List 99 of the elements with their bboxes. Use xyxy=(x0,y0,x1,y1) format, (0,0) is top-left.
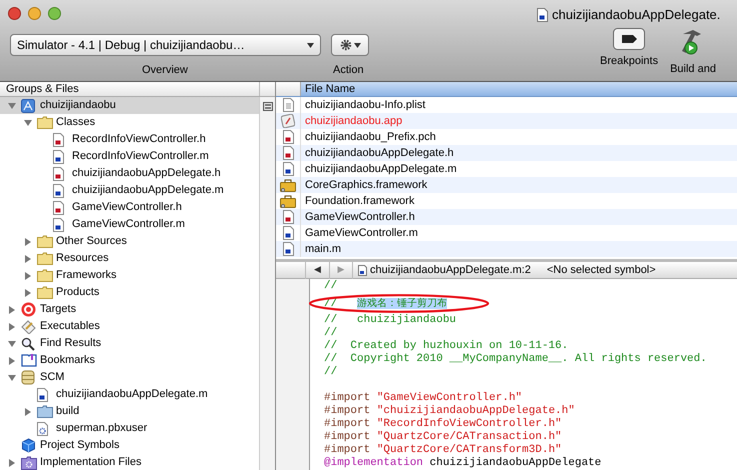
disclosure-triangle-icon[interactable] xyxy=(24,118,32,126)
tree-item[interactable]: Resources xyxy=(0,250,259,267)
toolbar-label: Action xyxy=(333,63,364,78)
column-header: Groups & Files xyxy=(5,82,80,96)
pencil-icon xyxy=(21,320,36,334)
dropdown-arrow-icon xyxy=(307,42,314,48)
book-icon xyxy=(21,354,37,367)
code-line: @implementation chuizijiandaobuAppDelegate xyxy=(324,457,602,470)
tree-item[interactable]: Find Results xyxy=(0,335,259,352)
folder-icon xyxy=(37,286,53,299)
cube-icon xyxy=(21,438,36,453)
code-line: #import "QuartzCore/CATransaction.h" xyxy=(324,431,563,444)
tree-item[interactable]: Bookmarks xyxy=(0,352,259,369)
file-name[interactable]: chuizijiandaobu_Prefix.pch xyxy=(301,128,436,146)
dropdown-arrow-icon xyxy=(354,42,360,48)
file-name[interactable]: GameViewController.m xyxy=(301,224,418,242)
gear-folder-icon xyxy=(21,456,37,470)
code-line: // Created by huzhouxin on 10-11-16. xyxy=(324,340,570,353)
disclosure-triangle-icon[interactable] xyxy=(24,272,32,280)
folder-icon xyxy=(37,269,53,282)
tree-item[interactable]: chuizijiandaobuAppDelegate.m xyxy=(0,182,259,199)
toolbox-icon xyxy=(280,178,296,192)
disclosure-triangle-icon[interactable] xyxy=(8,356,16,364)
tree-item[interactable]: Other Sources xyxy=(0,233,259,250)
scheme-popup[interactable]: Simulator - 4.1 | Debug | chuizijiandaobu… xyxy=(10,34,321,56)
tree-item[interactable]: build xyxy=(0,403,259,420)
tree-item[interactable]: chuizijiandaobuAppDelegate.h xyxy=(0,165,259,182)
settings-file-icon xyxy=(37,422,48,436)
code-line: // Copyright 2010 __MyCompanyName__. All rights reserved. xyxy=(324,353,707,366)
source-file-icon xyxy=(53,184,64,198)
disclosure-triangle-icon[interactable] xyxy=(8,340,16,348)
tree-item[interactable]: GameViewController.m xyxy=(0,216,259,233)
code-line: #import "chuizijiandaobuAppDelegate.h" xyxy=(324,405,576,418)
toolbar-label[interactable]: Build and xyxy=(670,61,716,78)
tree-item[interactable]: Classes xyxy=(0,114,259,131)
tree-item[interactable]: SCM xyxy=(0,369,259,386)
tree-item[interactable]: Products xyxy=(0,284,259,301)
disclosure-triangle-icon[interactable] xyxy=(8,322,16,330)
close-button[interactable] xyxy=(8,7,21,20)
source-file-icon xyxy=(37,388,48,402)
file-name[interactable]: main.m xyxy=(301,240,342,258)
header-file-icon xyxy=(53,132,64,146)
tree-item[interactable]: RecordInfoViewController.h xyxy=(0,131,259,148)
tree-item[interactable]: Frameworks xyxy=(0,267,259,284)
folder-icon xyxy=(37,116,53,129)
disclosure-triangle-icon[interactable] xyxy=(8,102,16,110)
app-icon xyxy=(21,98,35,112)
source-file-icon xyxy=(358,264,367,276)
tree-item[interactable]: chuizijiandaobu xyxy=(0,97,259,114)
code-line: // xyxy=(324,327,338,340)
tree-item[interactable]: Executables xyxy=(0,318,259,335)
disclosure-triangle-icon[interactable] xyxy=(24,238,32,246)
code-line: // xyxy=(324,366,338,379)
folder-icon xyxy=(37,252,53,265)
tree-item[interactable]: chuizijiandaobuAppDelegate.m xyxy=(0,386,259,403)
disclosure-triangle-icon[interactable] xyxy=(8,458,16,466)
source-file-icon xyxy=(53,218,64,232)
disclosure-triangle-icon[interactable] xyxy=(24,254,32,262)
database-icon xyxy=(21,370,35,385)
code-line: // xyxy=(324,280,338,293)
window-title: chuizijiandaobuAppDelegate. xyxy=(552,6,720,24)
code-line: #import "RecordInfoViewController.h" xyxy=(324,418,563,431)
tree-item[interactable]: RecordInfoViewController.m xyxy=(0,148,259,165)
file-popup[interactable]: chuizijiandaobuAppDelegate.m:2 xyxy=(370,262,531,278)
gear-icon xyxy=(340,39,352,51)
tree-item[interactable]: superman.pbxuser xyxy=(0,420,259,437)
header-file-icon xyxy=(53,166,64,180)
header-file-icon xyxy=(53,200,64,214)
breakpoint-icon xyxy=(613,28,646,50)
folder-icon xyxy=(37,235,53,248)
code-line: #import "GameViewController.h" xyxy=(324,392,524,405)
toolbar-label: Overview xyxy=(142,63,188,78)
source-file-icon xyxy=(537,8,548,22)
minimize-button[interactable] xyxy=(28,7,41,20)
tree-item[interactable]: Implementation Files xyxy=(0,454,259,470)
disclosure-triangle-icon[interactable] xyxy=(8,306,16,314)
disclosure-triangle-icon[interactable] xyxy=(24,408,32,416)
search-icon xyxy=(21,336,35,350)
code-line: // chuizijiandaobu xyxy=(324,314,458,327)
list-icon[interactable] xyxy=(262,102,272,111)
target-icon xyxy=(21,302,36,317)
file-name[interactable]: chuizijiandaobu-Info.plist xyxy=(301,97,426,114)
tree-item[interactable]: Project Symbols xyxy=(0,437,259,454)
source-file-icon xyxy=(53,150,64,164)
file-name[interactable]: Foundation.framework xyxy=(301,192,414,210)
app-icon xyxy=(281,114,295,128)
toolbar-label[interactable]: Breakpoints xyxy=(600,53,658,70)
code-line: #import "QuartzCore/CATransform3D.h" xyxy=(324,444,563,457)
toolbox-icon xyxy=(280,194,296,208)
symbol-popup[interactable]: <No selected symbol> xyxy=(546,262,656,278)
action-button[interactable] xyxy=(331,34,369,56)
zoom-button[interactable] xyxy=(48,7,61,20)
tree-item[interactable]: Targets xyxy=(0,301,259,318)
folder-icon xyxy=(37,405,53,418)
disclosure-triangle-icon[interactable] xyxy=(24,288,32,296)
file-name[interactable]: chuizijiandaobuAppDelegate.m xyxy=(301,160,457,178)
column-header[interactable]: File Name xyxy=(301,82,737,96)
tree-item[interactable]: GameViewController.h xyxy=(0,199,259,216)
disclosure-triangle-icon[interactable] xyxy=(8,374,16,382)
